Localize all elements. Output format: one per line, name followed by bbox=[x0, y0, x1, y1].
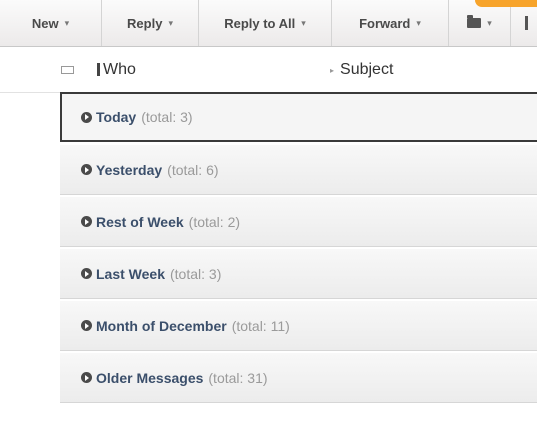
group-row-month-of-december[interactable]: Month of December (total: 11) bbox=[60, 301, 537, 351]
chevron-down-icon: ▾ bbox=[301, 17, 306, 28]
new-button[interactable]: New ▾ bbox=[0, 0, 102, 46]
who-column-label: Who bbox=[103, 61, 136, 78]
reply-all-button-label: Reply to All bbox=[224, 15, 296, 31]
reply-button-label: Reply bbox=[127, 15, 163, 31]
reply-all-button[interactable]: Reply to All ▾ bbox=[199, 0, 332, 46]
forward-button[interactable]: Forward ▾ bbox=[332, 0, 449, 46]
group-label: Last Week bbox=[96, 265, 165, 282]
reply-button[interactable]: Reply ▾ bbox=[102, 0, 199, 46]
divider bbox=[0, 92, 60, 93]
chevron-down-icon: ▾ bbox=[487, 17, 492, 28]
expand-icon[interactable] bbox=[81, 320, 92, 331]
group-row-today[interactable]: Today (total: 3) bbox=[60, 92, 537, 142]
group-total: (total: 11) bbox=[231, 317, 290, 334]
chevron-down-icon: ▾ bbox=[64, 17, 70, 28]
envelope-icon[interactable] bbox=[61, 66, 74, 74]
sort-arrow-icon: ▸ bbox=[330, 66, 335, 75]
expand-icon[interactable] bbox=[81, 216, 92, 227]
expand-icon[interactable] bbox=[81, 164, 92, 175]
expand-icon[interactable] bbox=[81, 372, 92, 383]
subject-column-header[interactable]: ▸ Subject bbox=[330, 61, 393, 79]
expand-icon[interactable] bbox=[81, 268, 92, 279]
group-total: (total: 3) bbox=[141, 109, 193, 125]
chevron-down-icon: ▾ bbox=[416, 17, 421, 28]
chevron-down-icon: ▾ bbox=[168, 17, 173, 28]
accent-tab bbox=[475, 0, 537, 7]
folder-icon bbox=[467, 15, 482, 28]
toolbar-overflow-icon bbox=[524, 16, 528, 30]
group-row-last-week[interactable]: Last Week (total: 3) bbox=[60, 249, 537, 299]
group-label: Today bbox=[96, 109, 137, 125]
group-label: Yesterday bbox=[96, 161, 163, 178]
forward-button-label: Forward bbox=[359, 15, 411, 31]
group-label: Rest of Week bbox=[96, 213, 184, 230]
who-column-header[interactable]: Who bbox=[97, 61, 136, 79]
subject-column-label: Subject bbox=[340, 61, 394, 78]
mail-toolbar: New ▾ Reply ▾ Reply to All ▾ Forward ▾ ▾ bbox=[0, 0, 537, 47]
group-total: (total: 31) bbox=[208, 369, 268, 386]
expand-icon[interactable] bbox=[81, 111, 92, 123]
group-row-yesterday[interactable]: Yesterday (total: 6) bbox=[60, 145, 537, 195]
group-label: Month of December bbox=[96, 317, 227, 334]
group-row-rest-of-week[interactable]: Rest of Week (total: 2) bbox=[60, 197, 537, 247]
column-separator bbox=[97, 63, 100, 76]
new-button-label: New bbox=[31, 15, 59, 31]
group-total: (total: 3) bbox=[170, 265, 222, 282]
group-label: Older Messages bbox=[96, 369, 204, 386]
column-header bbox=[0, 47, 537, 93]
group-row-older-messages[interactable]: Older Messages (total: 31) bbox=[60, 353, 537, 403]
group-total: (total: 6) bbox=[167, 161, 219, 178]
group-total: (total: 2) bbox=[188, 213, 241, 230]
